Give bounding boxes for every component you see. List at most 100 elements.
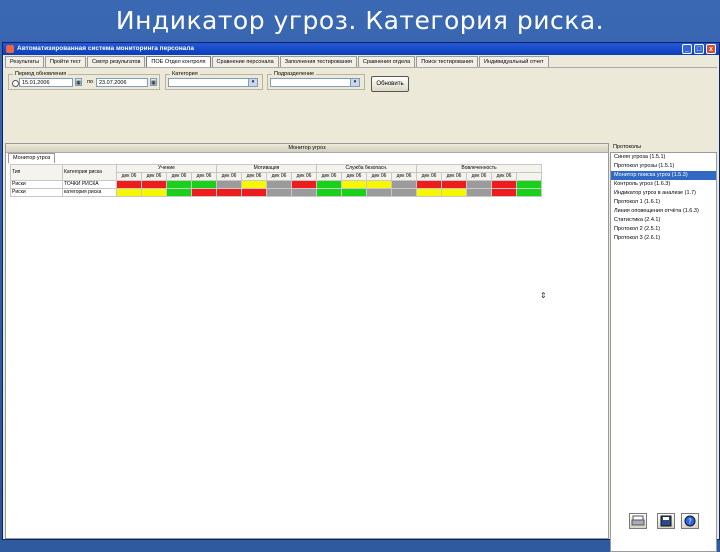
risk-indicator-cell[interactable] bbox=[216, 188, 242, 197]
refresh-button[interactable]: Обновить bbox=[371, 76, 409, 92]
group-header-motivation: Мотивация bbox=[216, 164, 317, 173]
date-from-field[interactable]: 15.01.2006 bbox=[19, 78, 73, 87]
risk-indicator-cell[interactable] bbox=[191, 188, 217, 197]
protocol-list-item[interactable]: Индикатор угроз в анализе (1.7) bbox=[611, 189, 716, 198]
risk-indicator-cell[interactable] bbox=[341, 188, 367, 197]
risk-indicator-cell[interactable] bbox=[366, 180, 392, 189]
protocol-list-item[interactable]: Линия оповещения отчёта (1.6.3) bbox=[611, 207, 716, 216]
group-header-security: Служба безопасн. bbox=[316, 164, 417, 173]
risk-indicator-cell[interactable] bbox=[466, 180, 492, 189]
risk-indicator-cell[interactable] bbox=[441, 180, 467, 189]
risk-indicator-cell[interactable] bbox=[391, 180, 417, 189]
chevron-down-icon[interactable]: ▾ bbox=[248, 79, 257, 86]
department-select[interactable]: ▾ bbox=[270, 78, 360, 87]
slide-title: Индикатор угроз. Категория риска. bbox=[115, 6, 605, 35]
help-button[interactable]: ? bbox=[681, 513, 699, 529]
risk-indicator-cell[interactable] bbox=[216, 180, 242, 189]
tab-individual-report[interactable]: Индивидуальный отчет bbox=[479, 56, 549, 67]
risk-indicator-cell[interactable] bbox=[116, 180, 142, 189]
category-label: Категория bbox=[170, 71, 200, 77]
close-button[interactable]: x bbox=[706, 44, 716, 54]
risk-indicator-cell[interactable] bbox=[466, 188, 492, 197]
subheader-date: дек 06 bbox=[341, 172, 367, 181]
risk-indicator-cell[interactable] bbox=[316, 180, 342, 189]
table-row[interactable]: Риски категория риска bbox=[10, 188, 542, 197]
calendar-to-icon[interactable]: ▦ bbox=[150, 78, 157, 86]
help-icon: ? bbox=[684, 515, 696, 527]
table-row[interactable]: Риски ТОЧКИ РИСКА bbox=[10, 180, 542, 189]
threat-grid: Тип Категория риска Учение Мотивация Слу… bbox=[10, 164, 542, 197]
header-risk-category[interactable]: Категория риска bbox=[62, 164, 117, 181]
period-group: Период обновления 15.01.2006 ▦ по 23.07.… bbox=[8, 71, 160, 90]
tab-threat-monitor[interactable]: Монитор угроз bbox=[8, 153, 56, 163]
tab-results[interactable]: Результаты bbox=[5, 56, 44, 67]
chevron-down-icon[interactable]: ▾ bbox=[350, 79, 359, 86]
protocols-sidebar: Протоколы Синяя угроза (1.5.1) Протокол у… bbox=[610, 143, 717, 552]
risk-indicator-cell[interactable] bbox=[441, 188, 467, 197]
subheader-date: дек 06 bbox=[241, 172, 267, 181]
group-header-study: Учение bbox=[116, 164, 217, 173]
tab-staff-comparison[interactable]: Сравнение персонала bbox=[211, 56, 279, 67]
risk-indicator-cell[interactable] bbox=[516, 180, 542, 189]
risk-indicator-cell[interactable] bbox=[291, 180, 317, 189]
risk-indicator-cell[interactable] bbox=[291, 188, 317, 197]
subheader-date: дек 06 bbox=[191, 172, 217, 181]
protocol-list-item[interactable]: Протокол 3 (2.6.1) bbox=[611, 234, 716, 243]
risk-indicator-cell[interactable] bbox=[116, 188, 142, 197]
title-bar: Автоматизированная система мониторинга п… bbox=[3, 43, 719, 55]
tab-take-test[interactable]: Пройти тест bbox=[44, 56, 87, 67]
tab-view-results[interactable]: Смотр результатов bbox=[87, 56, 146, 67]
risk-indicator-cell[interactable] bbox=[516, 188, 542, 197]
save-button[interactable] bbox=[657, 513, 675, 529]
risk-indicator-cell[interactable] bbox=[366, 188, 392, 197]
tab-department-comparison[interactable]: Сравнения отдела bbox=[357, 56, 416, 67]
risk-indicator-cell[interactable] bbox=[391, 188, 417, 197]
protocol-list-item[interactable]: Протокол 2 (2.5.1) bbox=[611, 225, 716, 234]
risk-indicator-cell[interactable] bbox=[166, 180, 192, 189]
subheader-date: дек 06 bbox=[366, 172, 392, 181]
calendar-from-icon[interactable]: ▦ bbox=[75, 78, 82, 86]
protocol-list-item[interactable]: Протокол угрозы (1.5.1) bbox=[611, 162, 716, 171]
risk-indicator-cell[interactable] bbox=[266, 188, 292, 197]
risk-indicator-cell[interactable] bbox=[141, 180, 167, 189]
category-select[interactable]: ▾ bbox=[168, 78, 258, 87]
category-group: Категория ▾ bbox=[165, 71, 263, 90]
risk-indicator-cell[interactable] bbox=[241, 188, 267, 197]
resize-cursor-icon: ⇕ bbox=[540, 291, 547, 300]
app-window: Автоматизированная система мониторинга п… bbox=[2, 42, 720, 552]
subheader-date: дек 06 bbox=[441, 172, 467, 181]
risk-indicator-cell[interactable] bbox=[166, 188, 192, 197]
subheader-date: дек 06 bbox=[266, 172, 292, 181]
risk-indicator-cell[interactable] bbox=[416, 180, 442, 189]
protocol-list-item[interactable]: Статистика (2.4.1) bbox=[611, 216, 716, 225]
filter-bar: Период обновления 15.01.2006 ▦ по 23.07.… bbox=[5, 67, 717, 138]
risk-indicator-cell[interactable] bbox=[316, 188, 342, 197]
subheader-date: дек 06 bbox=[116, 172, 142, 181]
sidebar-title: Протоколы bbox=[613, 144, 642, 150]
protocol-list-item[interactable]: Протокол 1 (1.6.1) bbox=[611, 198, 716, 207]
group-header-involvement: Вовлеченность bbox=[416, 164, 542, 173]
risk-indicator-cell[interactable] bbox=[141, 188, 167, 197]
protocol-list-item[interactable]: Контроль угроз (1.6.3) bbox=[611, 180, 716, 189]
period-radio[interactable] bbox=[12, 80, 19, 87]
tab-testing-fill[interactable]: Заполнения тестирования bbox=[279, 56, 357, 67]
print-button[interactable] bbox=[629, 513, 647, 529]
maximize-button[interactable]: □ bbox=[694, 44, 704, 54]
minimize-button[interactable]: _ bbox=[682, 44, 692, 54]
subheader-date: дек 06 bbox=[141, 172, 167, 181]
risk-indicator-cell[interactable] bbox=[241, 180, 267, 189]
risk-indicator-cell[interactable] bbox=[491, 180, 517, 189]
date-to-field[interactable]: 23.07.2006 bbox=[96, 78, 148, 87]
svg-text:?: ? bbox=[688, 518, 692, 526]
protocol-list-item[interactable]: Монитор поиска угроз (1.5.3) bbox=[611, 171, 716, 180]
risk-indicator-cell[interactable] bbox=[266, 180, 292, 189]
protocol-list-item[interactable]: Синяя угроза (1.5.1) bbox=[611, 153, 716, 162]
tab-testing-search[interactable]: Поиск тестирования bbox=[416, 56, 479, 67]
risk-indicator-cell[interactable] bbox=[341, 180, 367, 189]
risk-indicator-cell[interactable] bbox=[416, 188, 442, 197]
cell-risk-category: ТОЧКИ РИСКА bbox=[62, 180, 117, 189]
risk-indicator-cell[interactable] bbox=[491, 188, 517, 197]
risk-indicator-cell[interactable] bbox=[191, 180, 217, 189]
header-type[interactable]: Тип bbox=[10, 164, 63, 181]
department-label: Подразделение bbox=[272, 71, 317, 77]
